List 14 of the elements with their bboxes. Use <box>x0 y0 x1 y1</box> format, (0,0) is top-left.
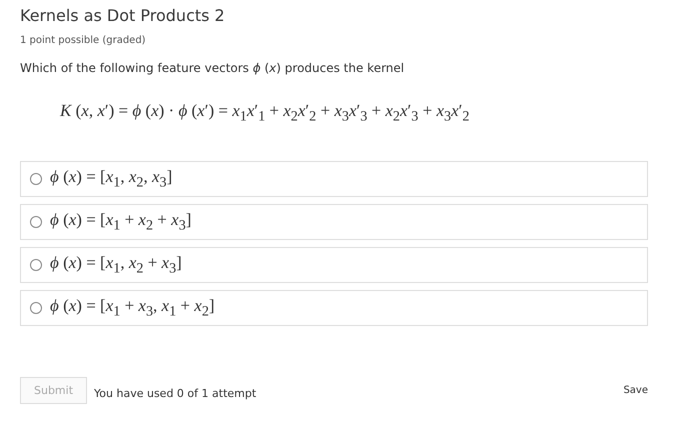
points-label: 1 point possible (graded) <box>20 35 147 46</box>
radio-button[interactable] <box>30 302 42 314</box>
save-button[interactable]: Save <box>623 385 648 396</box>
answer-option[interactable]: ϕ (x) = [x$_{1}$, x$_{2}$ + x$_{3}$] <box>20 247 648 283</box>
answer-option[interactable]: ϕ (x) = [x$_{1}$ + x$_{2}$ + x$_{3}$] <box>20 204 648 240</box>
question-text: Which of the following feature vectors ϕ (x) produces the kernel <box>20 61 406 75</box>
answer-option[interactable]: ϕ (x) = [x$_{1}$, x$_{2}$, x$_{3}$] <box>20 161 648 197</box>
attempts-text: You have used 0 of 1 attempt <box>94 387 256 400</box>
problem-title: Kernels as Dot Products 2 <box>20 6 226 25</box>
answer-option[interactable]: ϕ (x) = [x$_{1}$ + x$_{3}$, x$_{1}$ + x$_{2}$] <box>20 290 648 326</box>
radio-button[interactable] <box>30 173 42 185</box>
radio-button[interactable] <box>30 259 42 271</box>
radio-button[interactable] <box>30 216 42 228</box>
kernel-formula: K (x, x′) = ϕ (x) · ϕ (x′) = x$_{1}$x′$_{1}$ + x$_{2}$x′$_{2}$ + x$_{3}$x′$_{3}$ + x$_{2}$x′$_{3}$ + x$_{3}$x′$_{2}$ <box>60 101 470 126</box>
